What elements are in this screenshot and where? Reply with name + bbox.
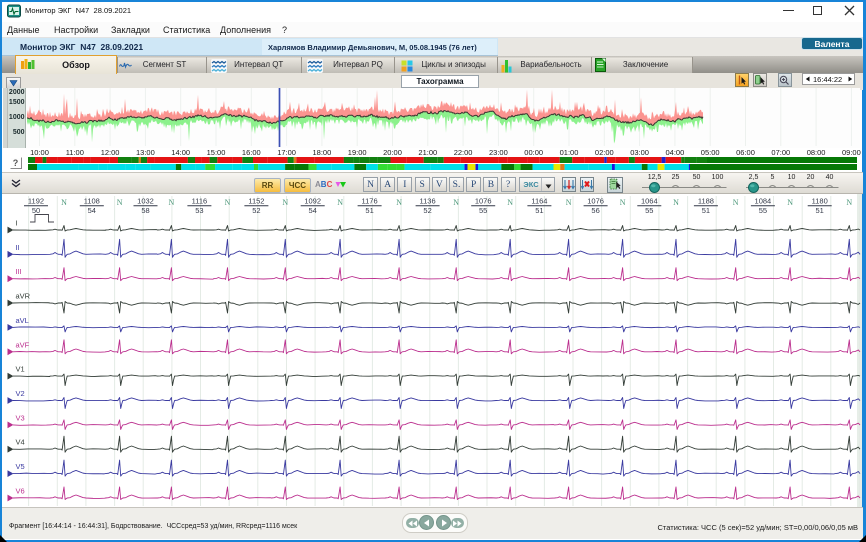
- svg-text:1192: 1192: [28, 197, 44, 206]
- svg-text:N: N: [620, 198, 626, 207]
- svg-text:55: 55: [645, 206, 653, 215]
- svg-text:aVL: aVL: [16, 316, 29, 325]
- svg-text:1092: 1092: [304, 197, 321, 206]
- svg-text:1188: 1188: [698, 197, 714, 206]
- svg-text:1116: 1116: [192, 197, 208, 206]
- svg-text:N: N: [846, 198, 852, 207]
- svg-text:1084: 1084: [755, 197, 772, 206]
- svg-text:V3: V3: [16, 413, 25, 422]
- svg-text:1136: 1136: [420, 197, 436, 206]
- svg-text:N: N: [673, 198, 679, 207]
- svg-text:III: III: [16, 267, 22, 276]
- svg-text:53: 53: [195, 206, 203, 215]
- svg-text:N: N: [566, 198, 572, 207]
- svg-text:N: N: [337, 198, 343, 207]
- svg-text:1176: 1176: [362, 197, 378, 206]
- svg-text:1064: 1064: [641, 197, 658, 206]
- svg-text:V5: V5: [16, 462, 25, 471]
- svg-text:51: 51: [365, 206, 373, 215]
- svg-text:55: 55: [479, 206, 487, 215]
- svg-text:N: N: [225, 198, 231, 207]
- svg-text:aVF: aVF: [16, 340, 30, 349]
- svg-text:1108: 1108: [84, 197, 100, 206]
- svg-text:V1: V1: [16, 365, 25, 374]
- svg-text:N: N: [61, 198, 67, 207]
- svg-text:1076: 1076: [587, 197, 604, 206]
- svg-text:51: 51: [816, 206, 824, 215]
- svg-text:N: N: [507, 198, 513, 207]
- svg-text:V4: V4: [16, 438, 25, 447]
- svg-text:1032: 1032: [137, 197, 154, 206]
- svg-text:51: 51: [702, 206, 710, 215]
- svg-text:N: N: [117, 198, 123, 207]
- svg-text:58: 58: [141, 206, 149, 215]
- svg-text:N: N: [787, 198, 793, 207]
- svg-text:1180: 1180: [812, 197, 828, 206]
- svg-text:54: 54: [309, 206, 317, 215]
- svg-text:N: N: [282, 198, 288, 207]
- svg-text:N: N: [453, 198, 459, 207]
- svg-text:51: 51: [535, 206, 543, 215]
- svg-text:V6: V6: [16, 487, 25, 496]
- svg-text:50: 50: [32, 206, 40, 215]
- svg-text:N: N: [169, 198, 175, 207]
- svg-text:54: 54: [88, 206, 96, 215]
- svg-text:55: 55: [759, 206, 767, 215]
- svg-text:I: I: [16, 219, 18, 228]
- svg-text:52: 52: [252, 206, 260, 215]
- svg-text:N: N: [733, 198, 739, 207]
- svg-text:1152: 1152: [248, 197, 264, 206]
- svg-text:aVR: aVR: [16, 292, 31, 301]
- svg-text:1164: 1164: [531, 197, 547, 206]
- svg-text:56: 56: [591, 206, 599, 215]
- svg-text:V2: V2: [16, 389, 25, 398]
- svg-text:1076: 1076: [475, 197, 492, 206]
- svg-text:52: 52: [423, 206, 431, 215]
- svg-text:N: N: [396, 198, 402, 207]
- svg-text:II: II: [16, 243, 20, 252]
